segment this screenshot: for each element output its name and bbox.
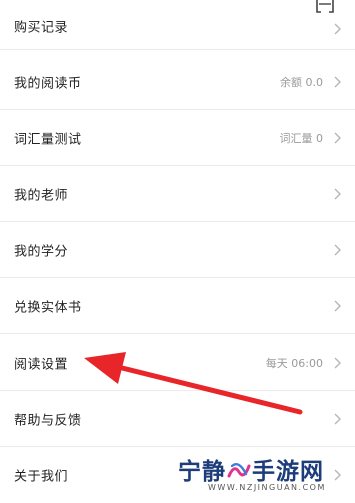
watermark-url: WWW.NZJINGUAN.COM bbox=[208, 483, 326, 492]
chevron-right-icon bbox=[334, 413, 341, 424]
chevron-right-icon bbox=[334, 244, 341, 255]
menu-item-label: 我的学分 bbox=[14, 244, 69, 259]
watermark: 宁静 手游网 WWW.NZJINGUAN.COM bbox=[178, 452, 348, 498]
menu-item-label: 购买记录 bbox=[14, 20, 69, 36]
chevron-right-icon bbox=[334, 76, 341, 87]
menu-item-label: 我的老师 bbox=[14, 188, 69, 203]
chevron-right-icon bbox=[334, 357, 341, 368]
chevron-right-icon bbox=[334, 300, 341, 311]
menu-item-label: 帮助与反馈 bbox=[14, 413, 82, 428]
watermark-title: 宁静 手游网 bbox=[178, 452, 324, 486]
menu-item-label: 兑换实体书 bbox=[14, 300, 82, 315]
menu-item-label: 词汇量测试 bbox=[14, 132, 82, 147]
menu-item-redeem-books[interactable]: 兑换实体书 bbox=[0, 278, 355, 334]
menu-item-reading-coins[interactable]: 我的阅读币 余额 0.0 bbox=[0, 54, 355, 110]
menu-item-vocab-test[interactable]: 词汇量测试 词汇量 0 bbox=[0, 110, 355, 166]
menu-item-my-credits[interactable]: 我的学分 bbox=[0, 222, 355, 278]
menu-item-purchase-records[interactable]: 购买记录 bbox=[0, 0, 355, 50]
balance-value: 余额 0.0 bbox=[280, 75, 323, 89]
chevron-right-icon bbox=[334, 188, 341, 199]
menu-item-label: 我的阅读币 bbox=[14, 76, 82, 91]
watermark-logo-icon bbox=[227, 463, 251, 478]
vocab-value: 词汇量 0 bbox=[279, 131, 324, 145]
chevron-right-icon bbox=[334, 23, 341, 35]
chevron-right-icon bbox=[334, 132, 341, 143]
watermark-title-left: 宁静 bbox=[178, 459, 226, 485]
menu-item-label: 关于我们 bbox=[14, 469, 69, 485]
watermark-title-right: 手游网 bbox=[252, 459, 324, 485]
menu-item-my-teacher[interactable]: 我的老师 bbox=[0, 166, 355, 222]
reminder-time-value: 每天 06:00 bbox=[265, 356, 323, 370]
menu-item-label: 阅读设置 bbox=[14, 357, 69, 372]
menu-item-help-feedback[interactable]: 帮助与反馈 bbox=[0, 391, 355, 447]
menu-item-reading-settings[interactable]: 阅读设置 每天 06:00 bbox=[0, 335, 355, 391]
